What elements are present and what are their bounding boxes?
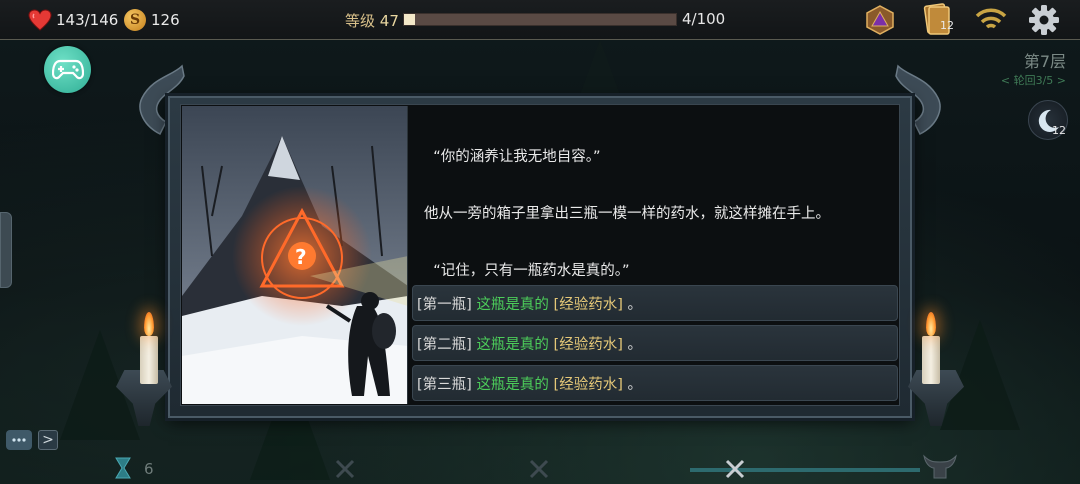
hp-value: 143/146 [56,11,119,29]
crossed-swords-icon [335,459,355,479]
candle-left [140,336,158,384]
option-bottle-3[interactable]: [第三瓶] 这瓶是真的 [经验药水] 。 [412,365,898,401]
xp-progress-bar [403,13,677,26]
story-line: “你的涵养让我无地自容。” [424,149,601,165]
option-statement: 这瓶是真的 [476,376,549,393]
event-story-text: “你的涵养让我无地自容。” 他从一旁的箱子里拿出三瓶一模一样的药水，就这样摊在手… [424,110,894,300]
option-suffix: 。 [622,296,642,313]
option-statement: 这瓶是真的 [476,296,549,313]
crossed-swords-icon [529,459,549,479]
wifi-icon [975,8,1007,29]
option-item: [经验药水] [553,296,623,313]
horned-helmet-icon [923,454,957,479]
settings-button[interactable] [1028,4,1060,40]
top-status-bar: 143/146 S 126 等级 47 4/100 12 [0,0,1080,40]
xp-value: 4/100 [682,10,726,28]
option-suffix: 。 [622,376,642,393]
hp-display: 143/146 [28,9,118,31]
option-bottle-1[interactable]: [第一瓶] 这瓶是真的 [经验药水] 。 [412,285,898,321]
gamepad-icon [51,59,84,79]
option-prefix: [第二瓶] [417,336,477,353]
d20-dice-icon [866,5,894,35]
round-indicator[interactable]: < 轮回3/5 > [1001,72,1066,88]
option-item: [经验药水] [553,376,623,393]
heart-icon [28,9,52,31]
candle-flame-right [926,312,936,336]
story-line: “记住，只有一瓶药水是真的。” [424,263,630,279]
chat-expand-button[interactable]: > [38,430,58,450]
gold-display: S 126 [124,9,180,31]
hourglass-icon [114,456,132,484]
level-value: 47 [379,12,399,30]
level-display: 等级 47 [345,10,399,31]
crossed-swords-icon [725,459,745,479]
floor-indicator: 第7层 [1023,52,1066,71]
card-deck-button[interactable]: 12 [920,2,954,40]
svg-text:?: ? [295,245,307,269]
network-status [975,6,1007,38]
coin-icon: S [124,9,146,31]
candle-flame-left [144,312,154,336]
gold-value: 126 [151,11,180,29]
deck-count: 12 [940,19,954,32]
d20-dice-button[interactable] [864,4,896,40]
option-suffix: 。 [622,336,642,353]
xp-progress-fill [404,14,415,25]
gamepad-button[interactable] [44,46,91,93]
story-line: 他从一旁的箱子里拿出三瓶一模一样的药水，就这样摊在手上。 [424,206,830,222]
gear-icon [1029,5,1059,35]
turn-counter: 6 [144,460,154,478]
chat-button[interactable] [6,430,32,450]
level-label: 等级 [345,12,376,30]
curse-count: 12 [1052,124,1066,137]
option-prefix: [第一瓶] [417,296,477,313]
option-statement: 这瓶是真的 [476,336,549,353]
left-drawer-tab[interactable] [0,212,12,288]
option-bottle-2[interactable]: [第二瓶] 这瓶是真的 [经验药水] 。 [412,325,898,361]
event-illustration: ? [182,106,408,404]
option-prefix: [第三瓶] [417,376,477,393]
chat-icon [12,438,26,442]
option-item: [经验药水] [553,336,623,353]
candle-right [922,336,940,384]
